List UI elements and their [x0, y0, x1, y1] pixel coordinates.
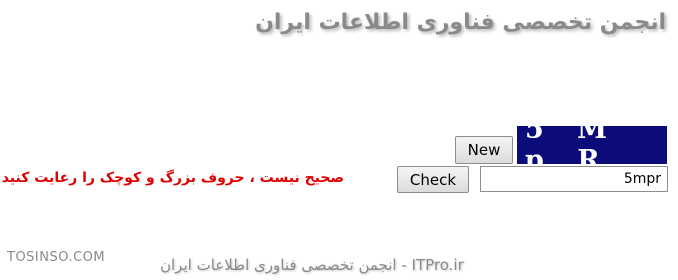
- footer-brand: TOSINSO.COM: [7, 250, 106, 265]
- site-title: انجمن تخصصی فناوری اطلاعات ایران: [255, 10, 666, 35]
- captcha-image: 5 M p R: [517, 114, 667, 176]
- error-message: صحیح نیست ، حروف بزرگ و کوچک را رعایت کن…: [1, 170, 344, 186]
- check-button[interactable]: Check: [397, 166, 469, 193]
- footer-tagline: ITPro.ir - انجمن تخصصی فناوری اطلاعات ای…: [160, 256, 464, 274]
- new-captcha-button[interactable]: New: [455, 136, 513, 164]
- captcha-input[interactable]: [480, 166, 668, 192]
